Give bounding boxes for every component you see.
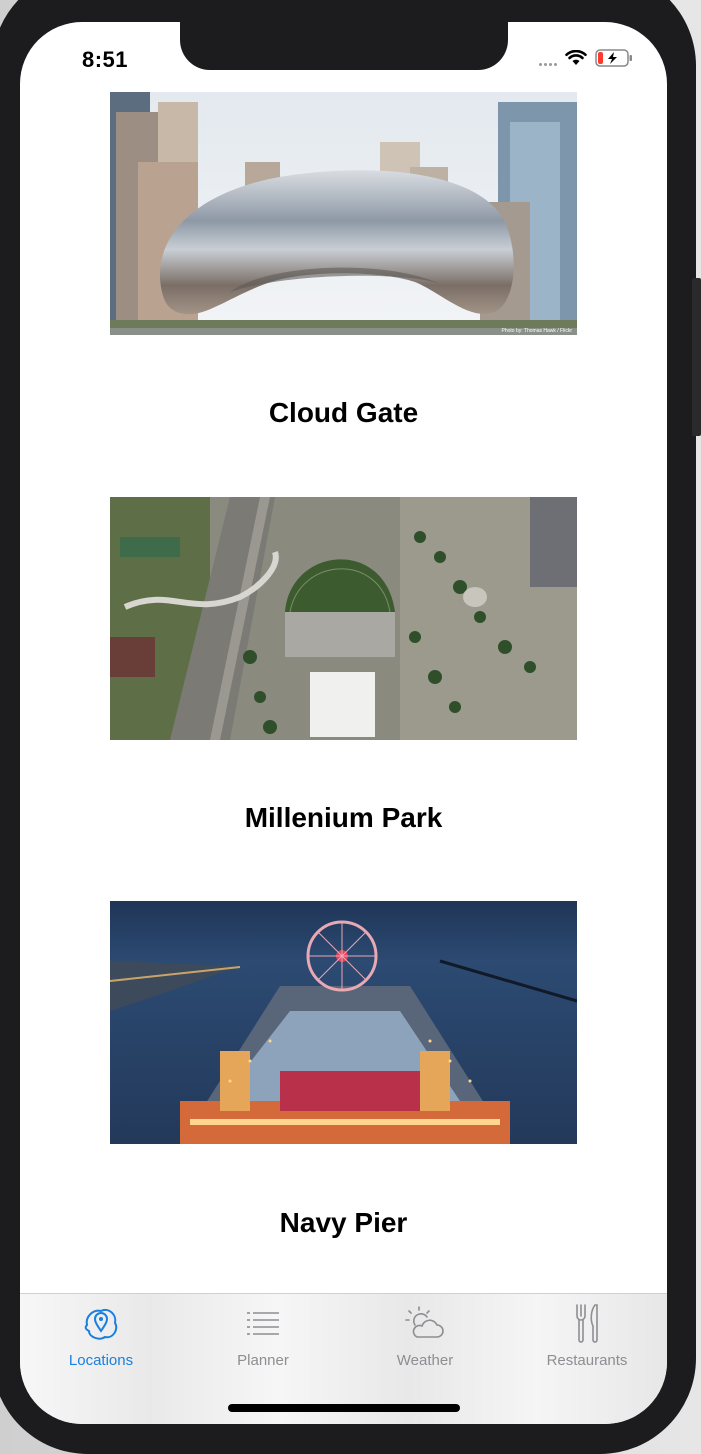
millenium-park-photo[interactable] [110,497,577,740]
tab-label: Planner [237,1352,289,1369]
location-title: Navy Pier [279,1207,408,1238]
sun-cloud-icon [403,1302,447,1344]
phone-side-button [692,278,701,436]
phone-screen: Photo by: Thomas Hawk / Flickr Cloud Gat… [20,22,667,1424]
tab-label: Restaurants [546,1352,628,1369]
status-indicators [539,48,635,68]
list-icon [241,1302,285,1344]
tab-weather[interactable]: Weather [344,1302,506,1372]
location-title: Cloud Gate [268,397,419,428]
navy-pier-photo[interactable] [110,901,577,1144]
location-title: Millenium Park [244,802,443,833]
wifi-icon [565,50,587,65]
tab-locations[interactable]: Locations [20,1302,182,1372]
status-time: 8:51 [82,47,129,72]
battery-charging-icon [595,49,632,67]
home-indicator[interactable] [228,1404,460,1412]
camera-notch [180,22,508,70]
photo-credit: Photo by: Thomas Hawk / Flickr [502,328,573,334]
map-pin-icon [79,1302,123,1344]
locations-list[interactable]: Photo by: Thomas Hawk / Flickr Cloud Gat… [20,22,667,1294]
tab-planner[interactable]: Planner [182,1302,344,1372]
tab-label: Weather [396,1352,454,1369]
tab-label: Locations [68,1352,134,1369]
cellular-signal-icon [539,50,557,66]
tab-restaurants[interactable]: Restaurants [506,1302,667,1372]
cloud-gate-photo[interactable]: Photo by: Thomas Hawk / Flickr [110,92,577,335]
fork-knife-icon [565,1302,609,1344]
